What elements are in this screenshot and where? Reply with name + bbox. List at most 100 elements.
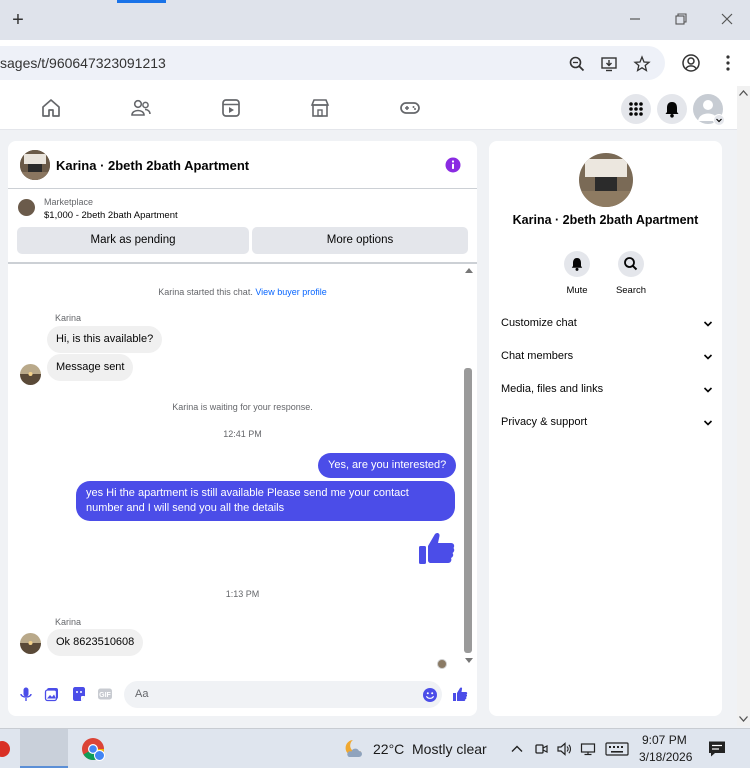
microphone-icon[interactable]: [18, 686, 34, 702]
taskbar-app-active[interactable]: [20, 729, 68, 768]
gaming-icon[interactable]: [399, 97, 421, 119]
chat-scrollbar[interactable]: [464, 266, 474, 671]
sender-avatar[interactable]: [20, 633, 41, 654]
clock-date[interactable]: 3/18/2026: [639, 750, 692, 764]
info-icon[interactable]: [445, 157, 461, 173]
incoming-message[interactable]: Message sent: [47, 354, 134, 381]
close-window-icon[interactable]: [718, 10, 736, 28]
url-text[interactable]: sages/t/960647323091213: [0, 55, 166, 71]
chat-avatar[interactable]: [20, 150, 50, 180]
message-list: Karina started this chat. View buyer pro…: [8, 266, 477, 676]
mute-label: Mute: [566, 285, 588, 296]
network-icon[interactable]: [580, 741, 596, 757]
chat-scroll-thumb[interactable]: [464, 368, 472, 653]
mark-as-pending-button[interactable]: Mark as pending: [17, 227, 249, 254]
marketplace-icon[interactable]: [309, 97, 331, 119]
weather-temperature[interactable]: 22°C: [373, 741, 404, 757]
waiting-notice: Karina is waiting for your response.: [172, 402, 313, 412]
bell-icon: [665, 102, 679, 118]
message-composer: GIF Aa: [8, 678, 477, 714]
apps-menu-button[interactable]: [621, 94, 651, 124]
emoji-icon[interactable]: [422, 687, 438, 703]
view-buyer-profile-link[interactable]: View buyer profile: [255, 287, 326, 297]
bookmark-star-icon[interactable]: [633, 55, 651, 73]
message-input[interactable]: Aa: [124, 681, 442, 708]
address-bar-row: sages/t/960647323091213: [0, 40, 750, 86]
chat-title[interactable]: Karina · 2beth 2bath Apartment: [56, 158, 249, 173]
grid-icon: [629, 102, 643, 116]
zoom-icon[interactable]: [568, 55, 586, 73]
keyboard-icon[interactable]: [605, 741, 629, 757]
weather-moon-cloud-icon[interactable]: [341, 737, 365, 761]
like-send-icon[interactable]: [452, 686, 468, 702]
install-app-icon[interactable]: [600, 55, 618, 73]
contact-title: Karina · 2beth 2bath Apartment: [512, 213, 699, 227]
chrome-taskbar-button[interactable]: [72, 729, 112, 768]
search-button[interactable]: [618, 251, 644, 277]
scroll-up-arrow-icon[interactable]: [464, 267, 474, 274]
menu-item-label: Chat members: [501, 350, 574, 362]
taskbar-app[interactable]: [0, 729, 10, 768]
chat-started-notice: Karina started this chat. View buyer pro…: [8, 287, 477, 297]
photo-icon[interactable]: [44, 686, 60, 702]
active-tab-indicator: [117, 0, 166, 3]
incoming-message[interactable]: Ok 8623510608: [47, 629, 144, 656]
menu-item-label: Privacy & support: [501, 416, 588, 428]
search-action[interactable]: Search: [611, 251, 651, 296]
listing-thumbnail[interactable]: [18, 199, 35, 216]
notification-center-icon[interactable]: [707, 740, 727, 758]
restore-icon[interactable]: [672, 10, 690, 28]
new-tab-button[interactable]: +: [8, 8, 28, 32]
search-label: Search: [615, 285, 647, 296]
minimize-icon[interactable]: [626, 10, 644, 28]
timestamp: 12:41 PM: [223, 429, 262, 439]
privacy-support-item[interactable]: Privacy & support: [501, 416, 713, 436]
scroll-up-arrow-icon[interactable]: [739, 90, 748, 96]
more-options-button[interactable]: More options: [252, 227, 468, 254]
sender-name: Karina: [55, 313, 82, 323]
speaker-icon[interactable]: [556, 741, 572, 757]
browser-titlebar: +: [0, 0, 750, 40]
chevron-down-icon: [713, 114, 725, 126]
gif-icon[interactable]: GIF: [97, 686, 113, 702]
search-icon: [624, 257, 638, 271]
profile-icon[interactable]: [681, 53, 701, 73]
contact-avatar[interactable]: [579, 153, 633, 207]
mute-button[interactable]: [564, 251, 590, 277]
meet-now-icon[interactable]: [533, 741, 549, 757]
chat-header: Karina · 2beth 2bath Apartment: [8, 141, 477, 189]
seen-receipt-avatar: [437, 659, 447, 669]
notifications-button[interactable]: [657, 94, 687, 124]
media-files-links-item[interactable]: Media, files and links: [501, 383, 713, 403]
timestamp: 1:13 PM: [225, 589, 260, 599]
mute-action[interactable]: Mute: [557, 251, 597, 296]
thumbs-up-icon[interactable]: [418, 530, 456, 568]
scroll-down-arrow-icon[interactable]: [464, 657, 474, 664]
outgoing-message[interactable]: yes Hi the apartment is still available …: [76, 481, 455, 521]
weather-condition[interactable]: Mostly clear: [412, 741, 487, 757]
chat-started-text: Karina started this chat.: [158, 287, 253, 297]
incoming-message[interactable]: Hi, is this available?: [47, 326, 163, 353]
sender-avatar[interactable]: [20, 364, 41, 385]
chat-panel: Karina · 2beth 2bath Apartment Marketpla…: [8, 141, 477, 716]
listing-title[interactable]: $1,000 - 2beth 2bath Apartment: [44, 210, 178, 221]
video-icon[interactable]: [220, 97, 242, 119]
bell-icon: [571, 258, 583, 271]
chevron-down-icon: [703, 321, 713, 327]
clock-time[interactable]: 9:07 PM: [642, 733, 687, 747]
customize-chat-item[interactable]: Customize chat: [501, 317, 713, 337]
sticker-icon[interactable]: [71, 686, 87, 702]
outgoing-message[interactable]: Yes, are you interested?: [318, 453, 457, 478]
scroll-down-arrow-icon[interactable]: [739, 716, 748, 722]
page-scrollbar[interactable]: [737, 86, 750, 726]
address-bar[interactable]: sages/t/960647323091213: [0, 46, 665, 80]
friends-icon[interactable]: [130, 97, 152, 119]
home-icon[interactable]: [40, 97, 62, 119]
chat-members-item[interactable]: Chat members: [501, 350, 713, 370]
chevron-down-icon: [703, 387, 713, 393]
menu-item-label: Customize chat: [501, 317, 577, 329]
chevron-down-icon: [703, 420, 713, 426]
chevron-up-icon[interactable]: [509, 741, 525, 757]
browser-menu-icon[interactable]: [718, 53, 738, 73]
account-button[interactable]: [693, 94, 725, 126]
